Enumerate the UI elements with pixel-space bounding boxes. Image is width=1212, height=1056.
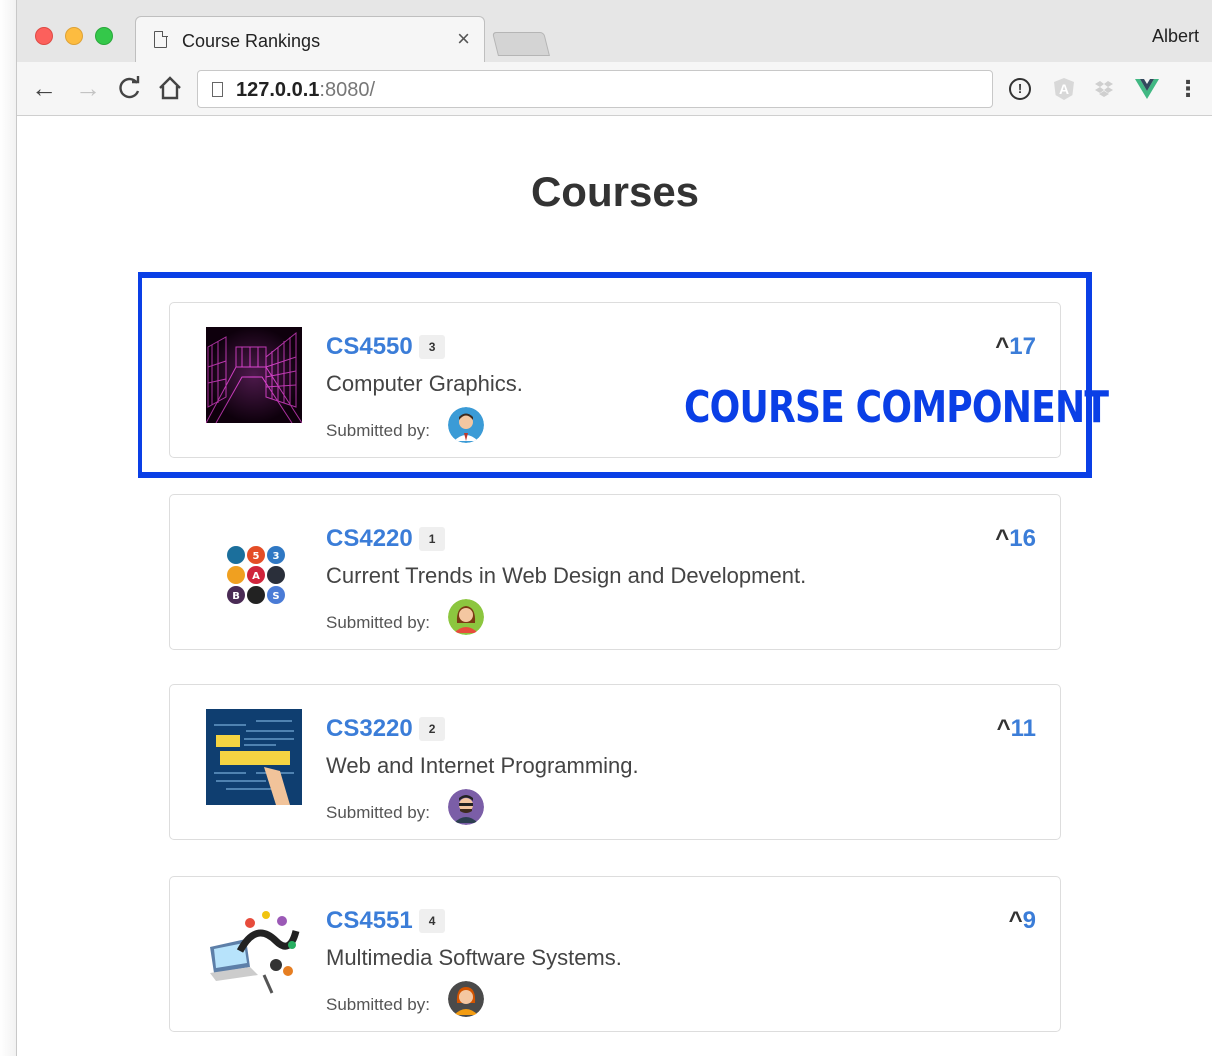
maximize-window-button[interactable]	[95, 27, 113, 45]
tab-title: Course Rankings	[182, 31, 321, 51]
dropbox-extension-icon[interactable]	[1093, 78, 1115, 100]
page-title: Courses	[530, 168, 700, 215]
page-info-icon[interactable]	[212, 82, 223, 97]
vue-devtools-icon[interactable]	[1135, 78, 1159, 100]
course-component-label: COURSE COMPONENT	[684, 382, 1109, 433]
tab-strip: Course Rankings × Albert	[17, 0, 1212, 62]
url-text: 127.0.0.1:8080/	[236, 79, 375, 102]
vote-count: 16	[1009, 525, 1036, 552]
url-path: :8080/	[319, 79, 376, 101]
course-name: Web and Internet Programming.	[326, 753, 639, 778]
svg-text:S: S	[272, 591, 279, 602]
tab-course-rankings[interactable]: Course Rankings ×	[135, 16, 485, 62]
vote-button[interactable]: ^9	[1009, 907, 1036, 935]
submitted-by-label: Submitted by:	[326, 613, 430, 632]
course-thumbnail	[206, 901, 302, 997]
course-name: Multimedia Software Systems.	[326, 945, 622, 970]
submitted-by-label: Submitted by:	[326, 803, 430, 822]
new-tab-button[interactable]	[492, 32, 550, 56]
desktop-edge	[0, 0, 16, 1056]
address-bar[interactable]: 127.0.0.1:8080/	[197, 70, 993, 108]
rank-badge: 4	[418, 909, 446, 933]
home-icon[interactable]	[157, 74, 183, 107]
info-extension-icon[interactable]: !	[1009, 78, 1031, 100]
upvote-caret-icon[interactable]: ^	[1009, 907, 1023, 934]
toolbar: ← → 127.0.0.1:8080/ ! A ⋮	[17, 62, 1212, 116]
course-code-link[interactable]: CS4551 4	[326, 907, 446, 935]
course-code-link[interactable]: CS4220 1	[326, 525, 446, 553]
tab-close-icon[interactable]: ×	[457, 28, 470, 50]
minimize-window-button[interactable]	[65, 27, 83, 45]
course-code[interactable]: CS4220	[326, 525, 413, 552]
angular-extension-icon[interactable]: A	[1053, 78, 1075, 100]
upvote-caret-icon[interactable]: ^	[995, 525, 1009, 552]
course-component-highlight	[138, 272, 1092, 478]
course-code[interactable]: CS3220	[326, 715, 413, 742]
course-card: CS3220 2 Web and Internet Programming. Su…	[169, 684, 1061, 840]
course-thumbnail: 5 3 A B S	[206, 519, 302, 615]
course-thumbnail	[206, 709, 302, 805]
vote-button[interactable]: ^16	[995, 525, 1036, 553]
angular-letter: A	[1058, 81, 1070, 97]
reload-icon[interactable]	[117, 74, 143, 107]
vote-count: 9	[1022, 907, 1036, 934]
profile-name[interactable]: Albert	[1152, 26, 1199, 47]
rank-badge: 2	[418, 717, 446, 741]
vote-count: 11	[1010, 715, 1036, 742]
course-code-link[interactable]: CS3220 2	[326, 715, 446, 743]
avatar[interactable]	[448, 789, 484, 825]
svg-text:B: B	[232, 591, 240, 602]
page-icon	[154, 30, 168, 48]
browser-window: Course Rankings × Albert ← → 127.0.0.1:8…	[16, 0, 1212, 1056]
svg-text:5: 5	[253, 551, 260, 562]
course-card: CS4551 4 Multimedia Software Systems. Sub…	[169, 876, 1061, 1032]
svg-text:A: A	[252, 571, 260, 582]
rank-badge: 1	[418, 527, 446, 551]
forward-arrow-icon[interactable]: →	[75, 74, 101, 102]
course-code[interactable]: CS4551	[326, 907, 413, 934]
menu-icon[interactable]: ⋮	[1177, 78, 1199, 100]
submitted-by-label: Submitted by:	[326, 995, 430, 1014]
vote-button[interactable]: ^11	[997, 715, 1036, 743]
course-name: Current Trends in Web Design and Develop…	[326, 563, 807, 588]
svg-text:3: 3	[273, 551, 280, 562]
url-host: 127.0.0.1	[236, 79, 320, 101]
course-card: 5 3 A B S CS4220 1 Current Trends in Web Desi…	[169, 494, 1061, 650]
close-window-button[interactable]	[35, 27, 53, 45]
upvote-caret-icon[interactable]: ^	[997, 715, 1011, 742]
back-arrow-icon[interactable]: ←	[31, 74, 57, 102]
avatar[interactable]	[448, 599, 484, 635]
avatar[interactable]	[448, 981, 484, 1017]
